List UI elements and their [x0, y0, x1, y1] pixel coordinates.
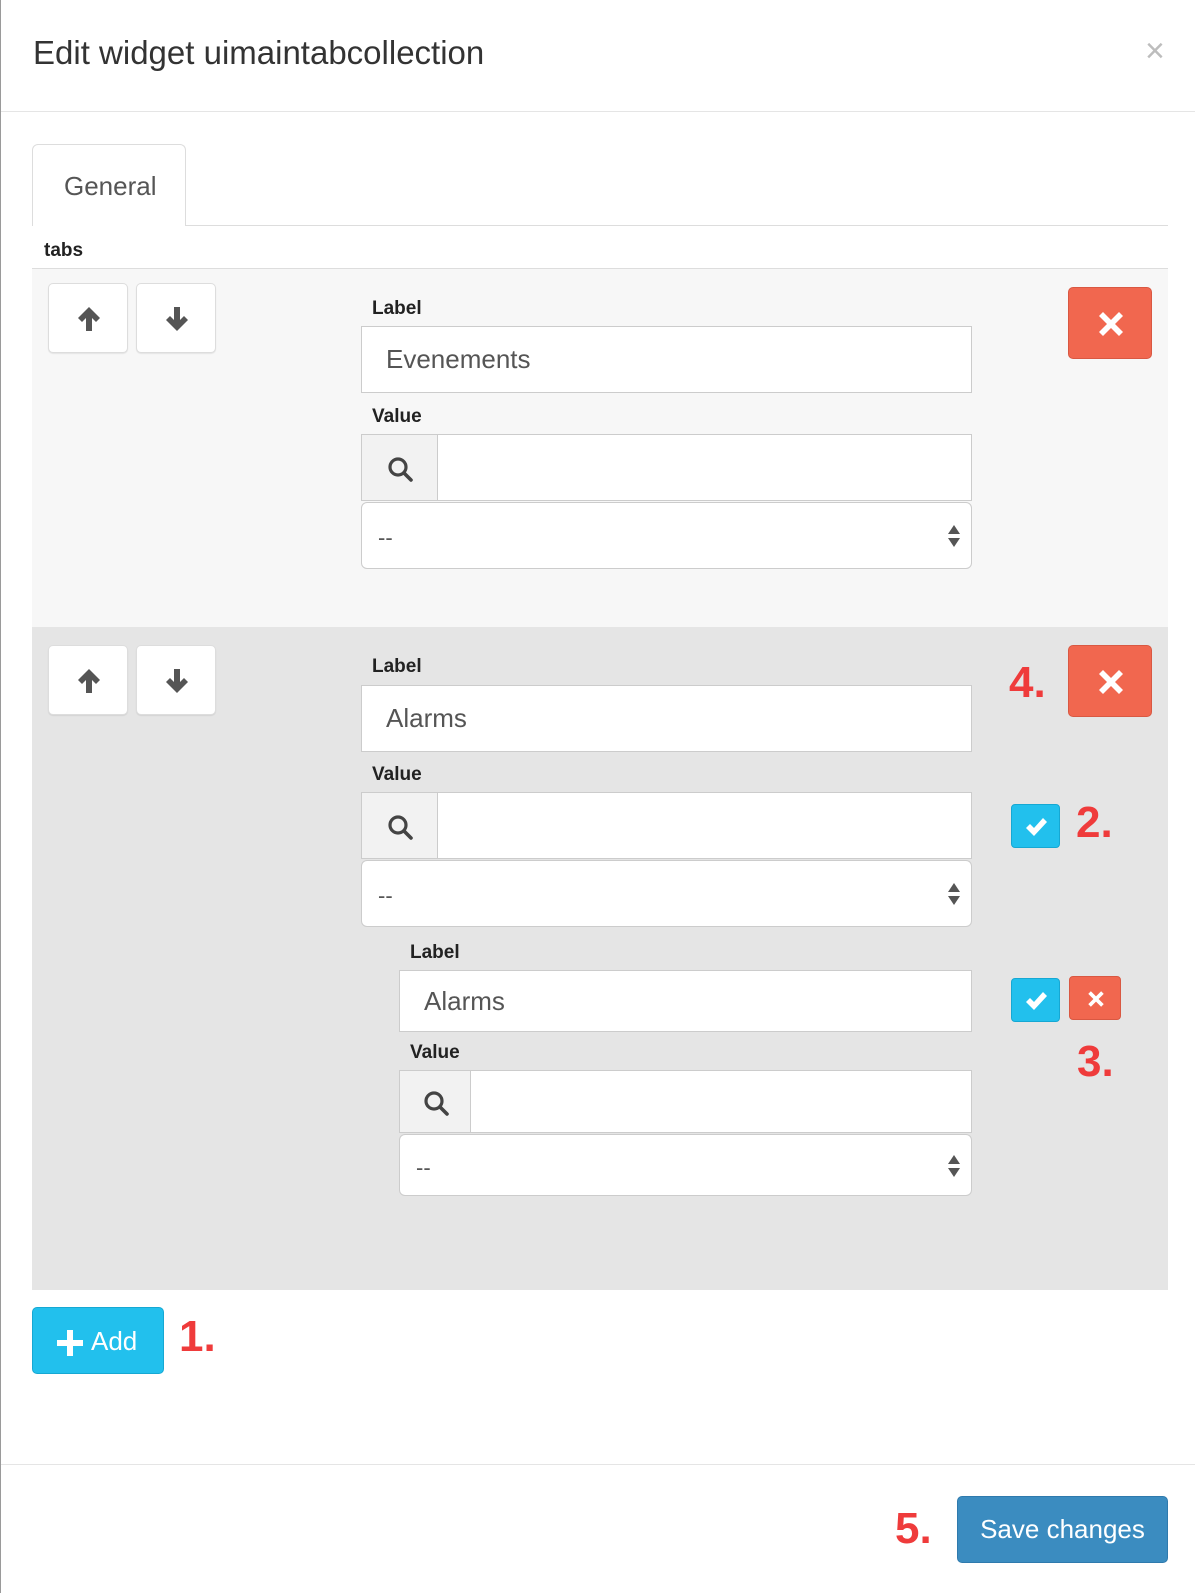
value-search-group: [361, 792, 972, 859]
value-select[interactable]: --: [361, 860, 972, 927]
nested-value-field-label: Value: [410, 1042, 460, 1063]
select-arrows-icon: [948, 525, 960, 547]
add-button-label: Add: [91, 1326, 138, 1356]
confirm-button[interactable]: [1011, 804, 1060, 848]
check-icon: [1026, 818, 1047, 836]
select-value: --: [416, 1155, 431, 1180]
search-addon: [399, 1070, 470, 1133]
check-icon: [1026, 992, 1047, 1010]
search-icon: [424, 1091, 449, 1116]
label-field-label: Label: [372, 298, 422, 319]
times-icon: [1088, 991, 1104, 1007]
nested-confirm-button[interactable]: [1011, 978, 1060, 1022]
select-arrows-icon: [948, 1155, 960, 1177]
plus-icon: [57, 1330, 83, 1356]
search-icon: [388, 815, 413, 840]
value-search-input[interactable]: [437, 792, 972, 859]
annotation-4: 4.: [1009, 658, 1046, 707]
move-down-button[interactable]: [136, 645, 216, 715]
value-select[interactable]: --: [361, 502, 972, 569]
search-addon: [361, 792, 437, 859]
arrow-down-icon: [166, 307, 188, 331]
tab-divider: [185, 225, 1168, 226]
annotation-2: 2.: [1076, 798, 1113, 847]
annotation-3: 3.: [1077, 1037, 1114, 1086]
nested-delete-button[interactable]: [1069, 976, 1121, 1020]
label-input[interactable]: [361, 685, 972, 752]
delete-item-button[interactable]: [1068, 645, 1152, 717]
nested-label-field-label: Label: [410, 942, 460, 963]
tabs-section-label: tabs: [44, 240, 84, 261]
select-value: --: [378, 883, 393, 908]
annotation-5: 5.: [895, 1504, 932, 1553]
delete-item-button[interactable]: [1068, 287, 1152, 359]
search-icon: [388, 457, 413, 482]
nested-value-select[interactable]: --: [399, 1134, 972, 1196]
value-search-input[interactable]: [437, 434, 972, 501]
value-search-group: [361, 434, 972, 501]
add-tab-button[interactable]: Add: [32, 1307, 164, 1374]
nested-label-input[interactable]: [399, 970, 972, 1032]
close-icon[interactable]: ×: [1145, 34, 1165, 68]
nested-value-search-group: [399, 1070, 972, 1133]
move-up-button[interactable]: [48, 645, 128, 715]
arrow-up-icon: [78, 669, 100, 693]
label-field-label: Label: [372, 656, 422, 677]
modal-header: Edit widget uimaintabcollection ×: [1, 0, 1195, 112]
save-changes-button[interactable]: Save changes: [957, 1496, 1168, 1563]
label-input[interactable]: [361, 326, 972, 393]
nested-value-search-input[interactable]: [470, 1070, 972, 1133]
footer-divider: [1, 1464, 1195, 1465]
move-up-button[interactable]: [48, 283, 128, 353]
select-arrows-icon: [948, 883, 960, 905]
times-icon: [1099, 312, 1123, 336]
tab-general[interactable]: General: [32, 144, 186, 226]
annotation-1: 1.: [179, 1312, 216, 1361]
arrow-down-icon: [166, 669, 188, 693]
search-addon: [361, 434, 437, 501]
arrow-up-icon: [78, 307, 100, 331]
edit-widget-modal: Edit widget uimaintabcollection × Genera…: [0, 0, 1195, 1593]
move-down-button[interactable]: [136, 283, 216, 353]
times-icon: [1099, 670, 1123, 694]
value-field-label: Value: [372, 764, 422, 785]
select-value: --: [378, 525, 393, 550]
value-field-label: Value: [372, 406, 422, 427]
modal-title: Edit widget uimaintabcollection: [33, 34, 485, 71]
tab-general-label: General: [64, 171, 157, 201]
